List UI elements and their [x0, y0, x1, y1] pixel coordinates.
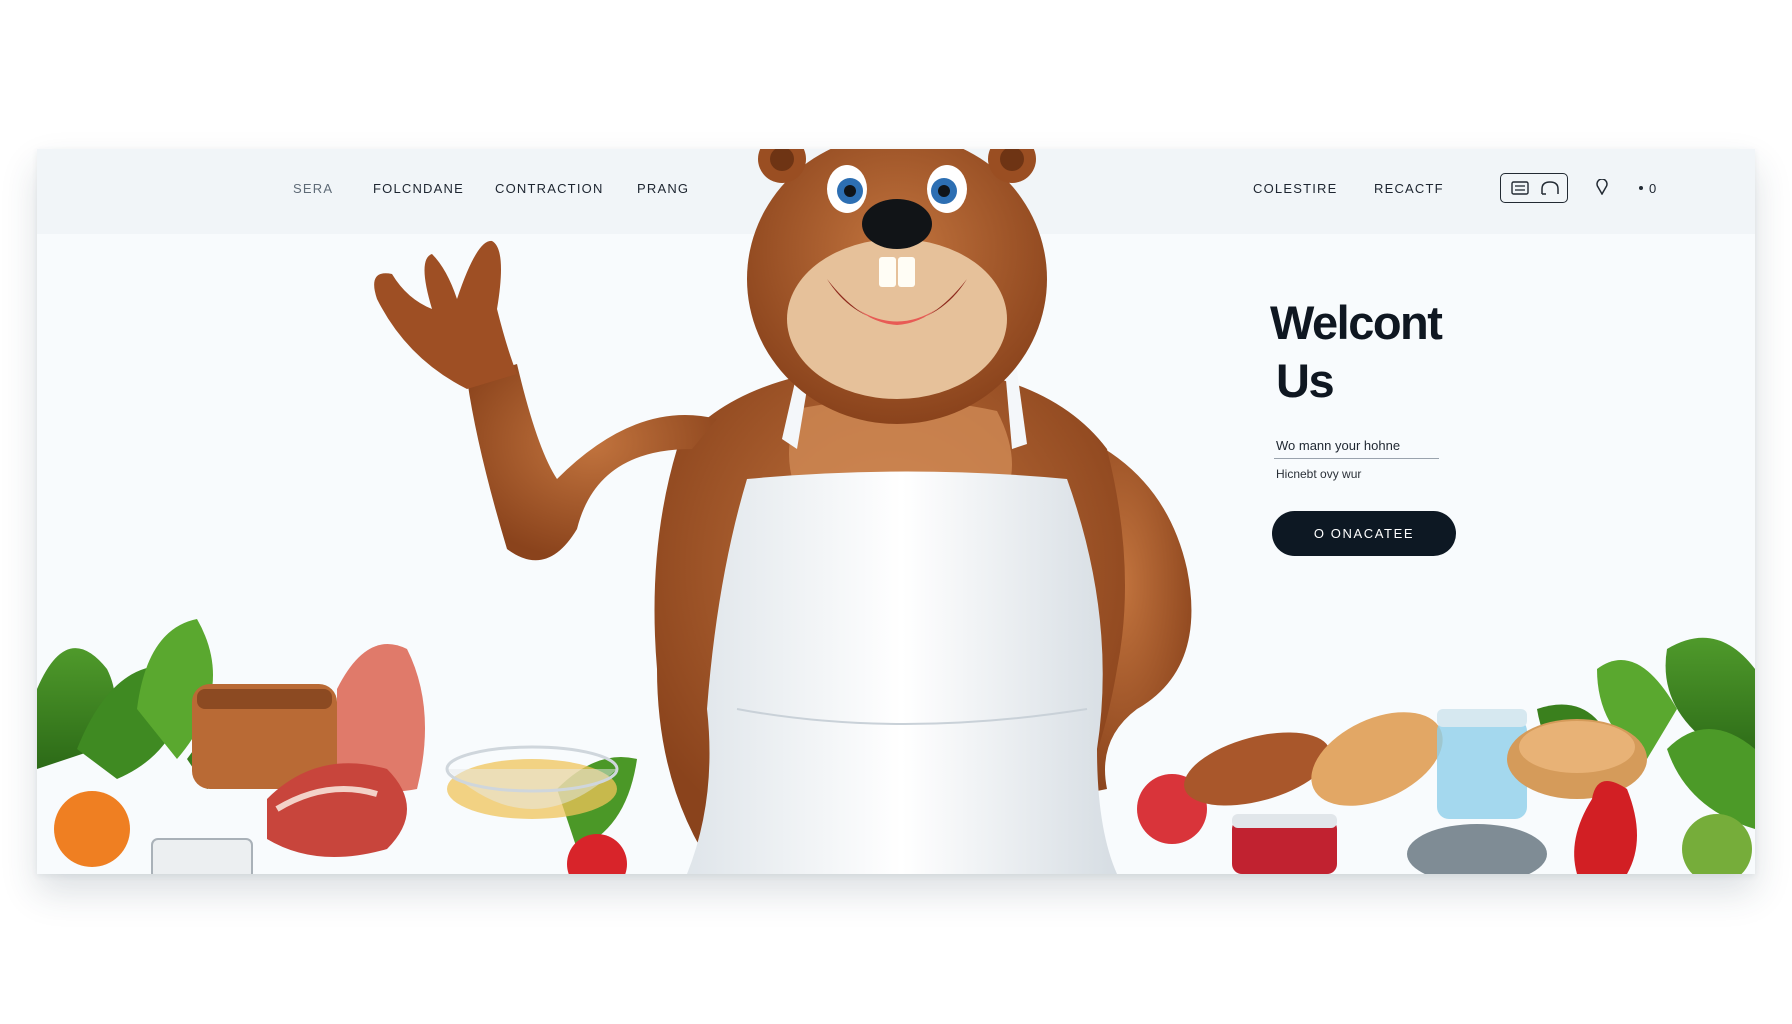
- landing-card: SERA FOLCNDANE CONTRACTION PRANG COLESTI…: [37, 149, 1755, 874]
- hero-title-line-1: Welcont: [1270, 296, 1443, 349]
- secondary-field[interactable]: Hicnebt ovy wur: [1276, 467, 1361, 481]
- name-field[interactable]: [1274, 432, 1439, 459]
- cta-button[interactable]: O ONACATEE: [1272, 511, 1456, 556]
- hero-illustration: [37, 149, 1755, 874]
- hero-title-line-2: Us: [1276, 354, 1335, 407]
- hero-title: Welcont Us: [1270, 294, 1443, 410]
